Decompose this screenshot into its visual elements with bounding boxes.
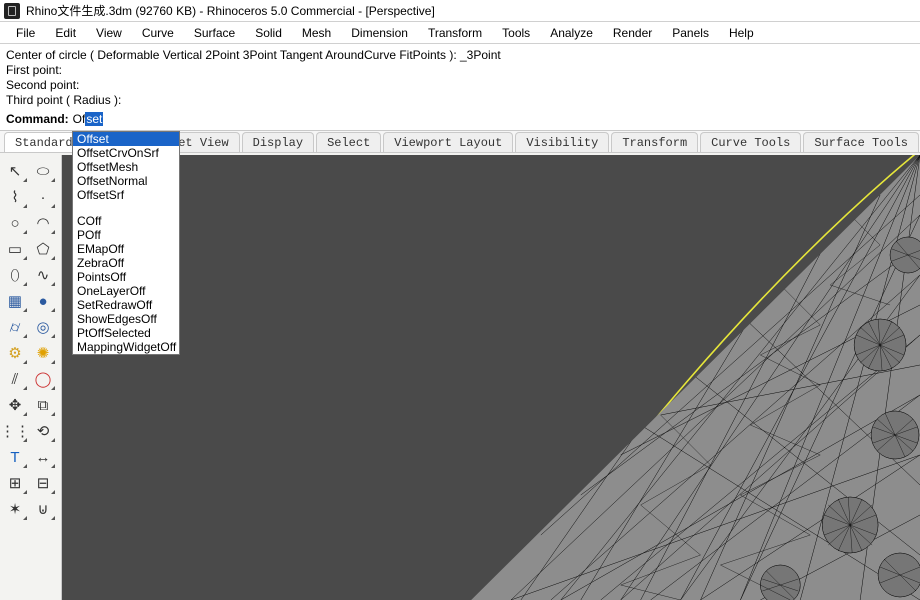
text-tool[interactable]: T: [2, 445, 28, 469]
menu-transform[interactable]: Transform: [420, 24, 490, 42]
arc-tool[interactable]: ◠: [30, 211, 56, 235]
app-icon: [4, 3, 20, 19]
curve-tool[interactable]: ∿: [30, 263, 56, 287]
autocomplete-item[interactable]: PtOffSelected: [73, 326, 179, 340]
menu-render[interactable]: Render: [605, 24, 660, 42]
menu-panels[interactable]: Panels: [664, 24, 717, 42]
menubar: FileEditViewCurveSurfaceSolidMeshDimensi…: [0, 22, 920, 44]
left-toolbar: ↖⬭⌇·○◠▭⬠⬯∿▦●⌭◎⚙✺⫽◯✥⧉⋮⋮⟲T↔⊞⊟✶⊍: [0, 155, 62, 600]
burst-tool[interactable]: ✺: [30, 341, 56, 365]
polygon-tool[interactable]: ⬠: [30, 237, 56, 261]
tab-surface-tools[interactable]: Surface Tools: [803, 132, 919, 152]
menu-dimension[interactable]: Dimension: [343, 24, 416, 42]
autocomplete-item[interactable]: OffsetNormal: [73, 174, 179, 188]
autocomplete-item[interactable]: OffsetCrvOnSrf: [73, 146, 179, 160]
gear-tool[interactable]: ⚙: [2, 341, 28, 365]
tab-viewport-layout[interactable]: Viewport Layout: [383, 132, 513, 152]
tab-curve-tools[interactable]: Curve Tools: [700, 132, 801, 152]
lasso-tool[interactable]: ⬭: [30, 159, 56, 183]
menu-analyze[interactable]: Analyze: [542, 24, 601, 42]
menu-tools[interactable]: Tools: [494, 24, 538, 42]
menu-help[interactable]: Help: [721, 24, 762, 42]
tube-tool[interactable]: ◎: [30, 315, 56, 339]
tab-select[interactable]: Select: [316, 132, 381, 152]
move-tool[interactable]: ✥: [2, 393, 28, 417]
titlebar: Rhino文件生成.3dm (92760 KB) - Rhinoceros 5.…: [0, 0, 920, 22]
menu-edit[interactable]: Edit: [47, 24, 84, 42]
group-tool[interactable]: ⊞: [2, 471, 28, 495]
command-typed: Ofset: [73, 112, 104, 126]
autocomplete-item[interactable]: OffsetMesh: [73, 160, 179, 174]
autocomplete-item[interactable]: SetRedrawOff: [73, 298, 179, 312]
dim-tool[interactable]: ↔: [30, 445, 56, 469]
autocomplete-item[interactable]: COff: [73, 214, 179, 228]
history-line: Third point ( Radius ):: [6, 93, 914, 108]
ungroup-tool[interactable]: ⊟: [30, 471, 56, 495]
autocomplete-item[interactable]: PointsOff: [73, 270, 179, 284]
command-line[interactable]: Command: Ofset: [0, 110, 920, 131]
sphere-tool[interactable]: ●: [30, 289, 56, 313]
point-tool[interactable]: ·: [30, 185, 56, 209]
menu-surface[interactable]: Surface: [186, 24, 243, 42]
autocomplete-item[interactable]: EMapOff: [73, 242, 179, 256]
mesh-render: [62, 155, 920, 600]
viewport-perspective[interactable]: [62, 155, 920, 600]
autocomplete-item[interactable]: POff: [73, 228, 179, 242]
history-line: Center of circle ( Deformable Vertical 2…: [6, 48, 914, 63]
array-tool[interactable]: ⋮⋮: [2, 419, 28, 443]
pointer-tool[interactable]: ↖: [2, 159, 28, 183]
window-title: Rhino文件生成.3dm (92760 KB) - Rhinoceros 5.…: [26, 2, 435, 19]
tab-transform[interactable]: Transform: [611, 132, 698, 152]
command-history: Center of circle ( Deformable Vertical 2…: [0, 44, 920, 110]
autocomplete-item[interactable]: OneLayerOff: [73, 284, 179, 298]
autocomplete-item[interactable]: Offset: [73, 132, 179, 146]
offset-tool[interactable]: ⫽: [2, 367, 28, 391]
tab-visibility[interactable]: Visibility: [515, 132, 609, 152]
tab-display[interactable]: Display: [242, 132, 314, 152]
menu-mesh[interactable]: Mesh: [294, 24, 339, 42]
command-autocomplete[interactable]: OffsetOffsetCrvOnSrfOffsetMeshOffsetNorm…: [72, 131, 180, 355]
history-line: Second point:: [6, 78, 914, 93]
autocomplete-item[interactable]: OffsetSrf: [73, 188, 179, 202]
autocomplete-item[interactable]: MappingWidgetOff: [73, 340, 179, 354]
cylinder-tool[interactable]: ⌭: [2, 315, 28, 339]
menu-view[interactable]: View: [88, 24, 130, 42]
explode-tool[interactable]: ✶: [2, 497, 28, 521]
menu-file[interactable]: File: [8, 24, 43, 42]
menu-curve[interactable]: Curve: [134, 24, 182, 42]
rect-tool[interactable]: ▭: [2, 237, 28, 261]
circle-tool[interactable]: ○: [2, 211, 28, 235]
autocomplete-item[interactable]: ShowEdgesOff: [73, 312, 179, 326]
command-label: Command:: [6, 112, 69, 126]
big-o-tool[interactable]: ◯: [30, 367, 56, 391]
autocomplete-item[interactable]: ZebraOff: [73, 256, 179, 270]
copy-obj-tool[interactable]: ⧉: [30, 393, 56, 417]
join-tool[interactable]: ⊍: [30, 497, 56, 521]
ellipse-tool[interactable]: ⬯: [2, 263, 28, 287]
rotate-obj-tool[interactable]: ⟲: [30, 419, 56, 443]
history-line: First point:: [6, 63, 914, 78]
menu-solid[interactable]: Solid: [247, 24, 290, 42]
polyline-tool[interactable]: ⌇: [2, 185, 28, 209]
box-tool[interactable]: ▦: [2, 289, 28, 313]
